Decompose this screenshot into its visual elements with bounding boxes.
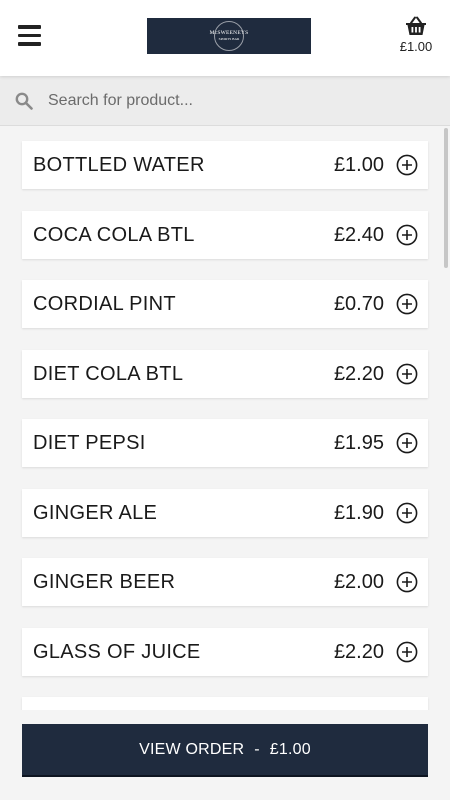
product-row-ginger-ale[interactable]: GINGER ALE £1.90 bbox=[22, 489, 428, 537]
plus-circle-icon[interactable] bbox=[396, 571, 418, 593]
view-order-label: VIEW ORDER bbox=[139, 740, 245, 758]
search-bar bbox=[0, 76, 450, 126]
product-price: £1.90 bbox=[333, 502, 384, 524]
product-name: CORDIAL PINT bbox=[33, 293, 176, 315]
product-price: £2.40 bbox=[333, 224, 384, 246]
product-row-cordial-pint[interactable]: CORDIAL PINT £0.70 bbox=[22, 280, 428, 328]
logo-badge: McSWEENEYS SPORTS BAR bbox=[210, 21, 248, 51]
scrollbar[interactable] bbox=[444, 128, 448, 268]
product-price: £2.20 bbox=[333, 641, 384, 663]
product-list: BOTTLED WATER £1.00 COCA COLA BTL £2.40 … bbox=[0, 127, 450, 710]
plus-circle-icon[interactable] bbox=[396, 293, 418, 315]
app-header: McSWEENEYS SPORTS BAR £1.00 bbox=[0, 0, 450, 76]
product-row-diet-pepsi[interactable]: DIET PEPSI £1.95 bbox=[22, 419, 428, 467]
plus-circle-icon[interactable] bbox=[396, 154, 418, 176]
brand-logo[interactable]: McSWEENEYS SPORTS BAR bbox=[147, 18, 311, 54]
product-name: GINGER BEER bbox=[33, 571, 176, 593]
search-icon bbox=[15, 92, 33, 110]
product-price: £1.95 bbox=[333, 432, 384, 454]
product-row-coca-cola-btl[interactable]: COCA COLA BTL £2.40 bbox=[22, 211, 428, 259]
product-name: DIET PEPSI bbox=[33, 432, 146, 454]
footer: VIEW ORDER - £1.00 bbox=[0, 710, 450, 800]
logo-line-1: McSWEENEYS bbox=[209, 30, 249, 36]
logo-line-2: SPORTS BAR bbox=[218, 36, 240, 41]
basket-total: £1.00 bbox=[399, 39, 433, 54]
product-name: DIET COLA BTL bbox=[33, 363, 184, 385]
plus-circle-icon[interactable] bbox=[396, 641, 418, 663]
product-row-bottled-water[interactable]: BOTTLED WATER £1.00 bbox=[22, 141, 428, 189]
product-price: £2.00 bbox=[333, 571, 384, 593]
product-row-partial[interactable] bbox=[22, 697, 428, 710]
plus-circle-icon[interactable] bbox=[396, 502, 418, 524]
basket-button[interactable]: £1.00 bbox=[394, 16, 438, 60]
product-price: £1.00 bbox=[333, 154, 384, 176]
product-price: £2.20 bbox=[333, 363, 384, 385]
view-order-button[interactable]: VIEW ORDER - £1.00 bbox=[22, 724, 428, 777]
product-row-glass-of-juice[interactable]: GLASS OF JUICE £2.20 bbox=[22, 628, 428, 676]
plus-circle-icon[interactable] bbox=[396, 432, 418, 454]
plus-circle-icon[interactable] bbox=[396, 363, 418, 385]
view-order-total: £1.00 bbox=[269, 740, 311, 758]
plus-circle-icon[interactable] bbox=[396, 224, 418, 246]
product-name: GINGER ALE bbox=[33, 502, 158, 524]
basket-icon bbox=[406, 16, 426, 35]
product-row-ginger-beer[interactable]: GINGER BEER £2.00 bbox=[22, 558, 428, 606]
view-order-separator: - bbox=[254, 740, 260, 758]
product-name: GLASS OF JUICE bbox=[33, 641, 201, 663]
product-price: £0.70 bbox=[333, 293, 384, 315]
product-row-diet-cola-btl[interactable]: DIET COLA BTL £2.20 bbox=[22, 350, 428, 398]
product-name: COCA COLA BTL bbox=[33, 224, 195, 246]
search-input[interactable] bbox=[48, 88, 428, 114]
hamburger-menu-icon[interactable] bbox=[18, 25, 42, 49]
product-name: BOTTLED WATER bbox=[33, 154, 205, 176]
